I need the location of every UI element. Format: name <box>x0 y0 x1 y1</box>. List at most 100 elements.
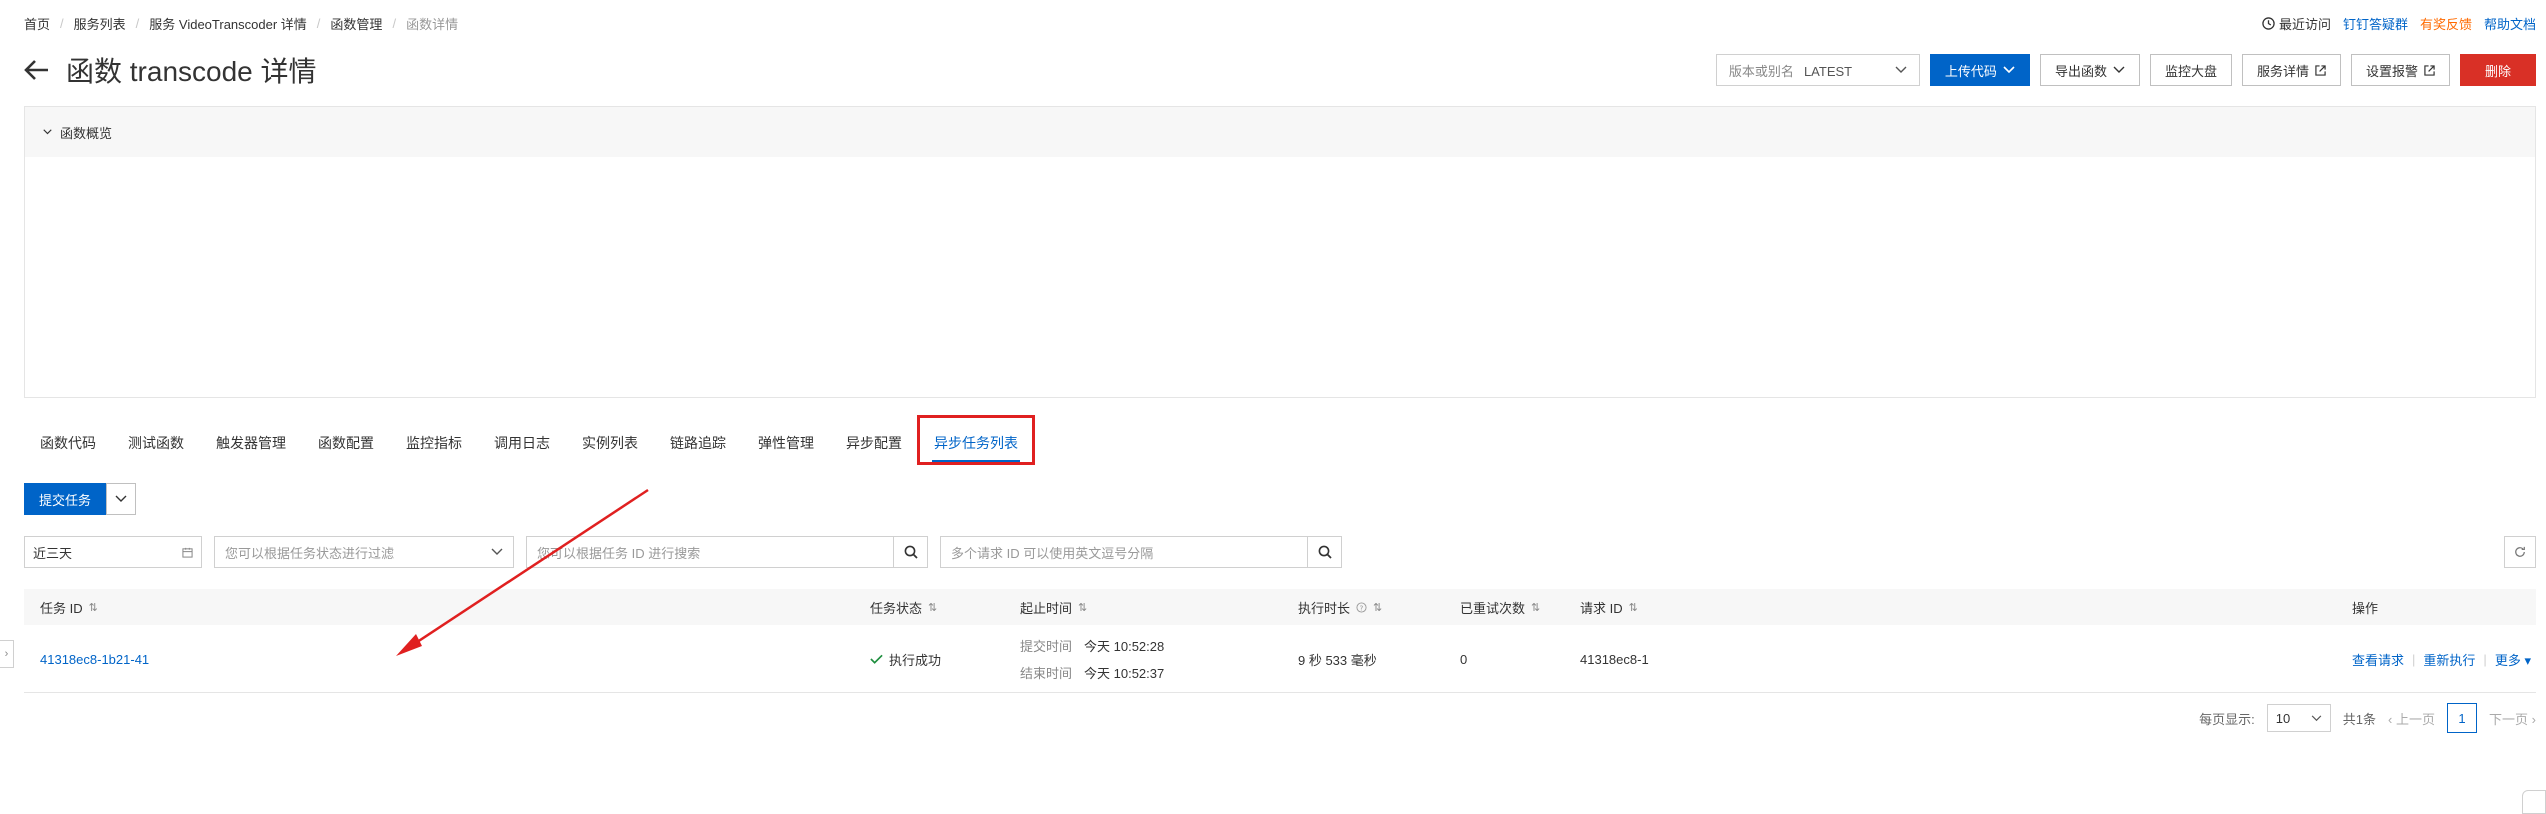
task-id-search-button[interactable] <box>894 536 928 568</box>
prev-page-label: 上一页 <box>2396 711 2436 727</box>
tab-invocation-logs[interactable]: 调用日志 <box>478 418 566 468</box>
sort-icon: ⇅ <box>1628 601 1638 614</box>
status-cell: 执行成功 <box>870 625 941 693</box>
dingtalk-link[interactable]: 钉钉答疑群 <box>2343 14 2408 33</box>
chevron-down-icon <box>2311 714 2322 721</box>
breadcrumb-service-list[interactable]: 服务列表 <box>74 14 126 33</box>
external-link-icon <box>2424 64 2435 76</box>
refresh-icon <box>2515 546 2525 557</box>
view-request-link[interactable]: 查看请求 <box>2352 650 2404 669</box>
next-page-label: 下一页 <box>2489 711 2529 727</box>
page-size-label: 每页显示: <box>2199 711 2255 727</box>
chevron-left-icon: ‹ <box>2388 711 2393 727</box>
set-alarm-button[interactable]: 设置报警 <box>2350 54 2450 86</box>
tab-monitor-metrics[interactable]: 监控指标 <box>390 418 478 468</box>
header-status[interactable]: 任务状态 ⇅ <box>870 589 937 625</box>
feedback-link[interactable]: 有奖反馈 <box>2420 14 2472 33</box>
header-request-id-label: 请求 ID <box>1580 600 1623 616</box>
top-links: 最近访问 钉钉答疑群 有奖反馈 帮助文档 <box>2262 14 2536 33</box>
header-task-id-label: 任务 ID <box>40 600 83 616</box>
header-retries[interactable]: 已重试次数 ⇅ <box>1460 589 1540 625</box>
end-time-label: 结束时间 <box>1020 666 1073 681</box>
duration-value: 9 秒 533 毫秒 <box>1298 652 1377 668</box>
header-ops-label: 操作 <box>2352 600 2379 616</box>
annotation-highlight-box <box>917 415 1035 465</box>
breadcrumb-function-manage[interactable]: 函数管理 <box>330 14 382 33</box>
time-cell: 提交时间 今天 10:52:28 结束时间 今天 10:52:37 <box>1020 625 1164 693</box>
service-detail-button[interactable]: 服务详情 <box>2241 54 2341 86</box>
tab-elastic-manage[interactable]: 弹性管理 <box>742 418 830 468</box>
task-status-filter[interactable]: 您可以根据任务状态进行过滤 <box>214 536 514 568</box>
clock-icon <box>2262 17 2275 30</box>
rerun-link[interactable]: 重新执行 <box>2423 650 2475 669</box>
header-status-label: 任务状态 <box>870 600 923 616</box>
task-id-search: 您可以根据任务 ID 进行搜索 <box>526 536 928 568</box>
chevron-right-icon: › <box>2531 711 2536 727</box>
title-row: 函数 transcode 详情 <box>24 50 317 90</box>
submit-task-dropdown[interactable] <box>106 483 136 515</box>
upload-code-button[interactable]: 上传代码 <box>1929 54 2030 86</box>
request-id-search-input[interactable]: 多个请求 ID 可以使用英文逗号分隔 <box>940 536 1308 568</box>
header-task-id[interactable]: 任务 ID ⇅ <box>40 589 98 625</box>
submit-time-value: 今天 10:52:28 <box>1084 639 1165 654</box>
header-time[interactable]: 起止时间 ⇅ <box>1020 589 1087 625</box>
submit-task-group: 提交任务 <box>24 483 136 515</box>
page-number-button[interactable]: 1 <box>2447 703 2478 733</box>
sort-icon: ⇅ <box>928 601 938 614</box>
refresh-button[interactable] <box>2504 536 2536 568</box>
side-panel-toggle[interactable]: › <box>0 640 14 668</box>
next-page-button[interactable]: 下一页 › <box>2489 709 2536 728</box>
breadcrumb-home[interactable]: 首页 <box>24 14 50 33</box>
pagination: 每页显示: 10 共1条 ‹ 上一页 1 下一页 › <box>2199 702 2536 734</box>
function-tabs: 函数代码 测试函数 触发器管理 函数配置 监控指标 调用日志 实例列表 链路追踪… <box>24 418 1034 468</box>
tab-async-config[interactable]: 异步配置 <box>830 418 918 468</box>
header-retries-label: 已重试次数 <box>1460 600 1526 616</box>
success-check-icon <box>870 654 883 664</box>
page-title: 函数 transcode 详情 <box>66 56 317 87</box>
docs-link[interactable]: 帮助文档 <box>2484 14 2536 33</box>
submit-task-button[interactable]: 提交任务 <box>24 483 106 515</box>
header-duration-label: 执行时长 <box>1298 600 1351 616</box>
header-duration[interactable]: 执行时长 ? ⇅ <box>1298 589 1382 625</box>
filter-row: 近三天 您可以根据任务状态进行过滤 您可以根据任务 ID 进行搜索 多个请求 I… <box>24 536 1342 568</box>
chevron-down-icon <box>491 548 503 555</box>
date-range-value: 近三天 <box>33 545 73 561</box>
overview-header[interactable]: 函数概览 <box>25 107 2535 157</box>
back-arrow-icon[interactable] <box>24 58 50 82</box>
header-actions: 版本或别名 LATEST 上传代码 导出函数 监控大盘 服务详情 设置报警 删除 <box>1715 54 2536 86</box>
page-size-select[interactable]: 10 <box>2266 704 2331 732</box>
monitor-dashboard-button[interactable]: 监控大盘 <box>2149 54 2232 86</box>
more-menu[interactable]: 更多 ▾ <box>2495 650 2531 669</box>
export-function-button[interactable]: 导出函数 <box>2039 54 2140 86</box>
chevron-down-icon <box>2003 66 2015 74</box>
delete-button[interactable]: 删除 <box>2460 54 2536 86</box>
chevron-right-icon: › <box>4 648 9 660</box>
header-time-label: 起止时间 <box>1020 600 1073 616</box>
help-icon: ? <box>1356 601 1367 613</box>
breadcrumb-service-detail[interactable]: 服务 VideoTranscoder 详情 <box>149 14 307 33</box>
tab-instance-list[interactable]: 实例列表 <box>566 418 654 468</box>
tab-trigger-manage[interactable]: 触发器管理 <box>200 418 302 468</box>
breadcrumb-separator: / <box>316 16 321 31</box>
tab-function-code[interactable]: 函数代码 <box>24 418 112 468</box>
sort-icon: ⇅ <box>1373 601 1383 614</box>
tab-tracing[interactable]: 链路追踪 <box>654 418 742 468</box>
divider: | <box>2483 651 2487 667</box>
date-range-picker[interactable]: 近三天 <box>24 536 202 568</box>
caret-down-icon: ▾ <box>2524 652 2531 668</box>
tab-function-config[interactable]: 函数配置 <box>302 418 390 468</box>
prev-page-button[interactable]: ‹ 上一页 <box>2388 709 2435 728</box>
upload-code-label: 上传代码 <box>1944 63 1997 79</box>
header-request-id[interactable]: 请求 ID ⇅ <box>1580 589 1638 625</box>
sort-icon: ⇅ <box>1531 601 1541 614</box>
assistant-icon[interactable] <box>2522 790 2546 814</box>
task-id-search-input[interactable]: 您可以根据任务 ID 进行搜索 <box>526 536 894 568</box>
version-select-value: LATEST <box>1803 63 1853 79</box>
task-id-link[interactable]: 41318ec8-1b21-41 <box>40 652 149 667</box>
request-id-search-button[interactable] <box>1308 536 1342 568</box>
tab-test-function[interactable]: 测试函数 <box>112 418 200 468</box>
task-status-placeholder: 您可以根据任务状态进行过滤 <box>225 545 395 561</box>
recent-visits-link[interactable]: 最近访问 <box>2262 14 2331 33</box>
version-select[interactable]: 版本或别名 LATEST <box>1715 54 1920 86</box>
breadcrumb-separator: / <box>392 16 397 31</box>
